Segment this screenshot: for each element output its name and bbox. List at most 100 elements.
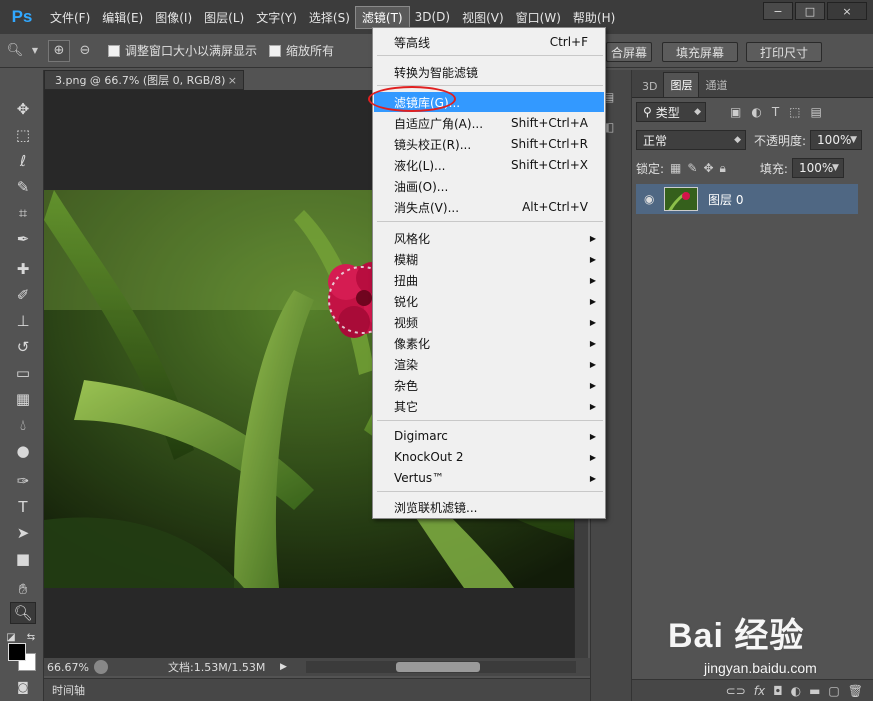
marquee-tool-icon[interactable]: ⬚ [10, 124, 36, 146]
menu-item-distort[interactable]: 扭曲 ▶ [374, 270, 604, 290]
layer-style-icon[interactable]: fx [754, 684, 765, 698]
opacity-field[interactable]: 100% ▼ [810, 130, 863, 150]
dodge-tool-icon[interactable]: ● [10, 440, 36, 462]
menu-type[interactable]: 文字(Y) [250, 7, 303, 28]
lock-position-icon[interactable]: ✥ [703, 161, 713, 175]
fit-screen-button[interactable]: 合屏幕 [606, 42, 652, 62]
menu-item-last-filter[interactable]: 等高线 Ctrl+F [374, 32, 604, 52]
type-filter-icon[interactable]: T [772, 105, 779, 119]
zoom-in-icon[interactable]: ⊕ [48, 39, 70, 62]
path-select-tool-icon[interactable]: ➤ [10, 522, 36, 544]
new-layer-icon[interactable]: ▢ [828, 684, 839, 698]
zoom-level-field[interactable]: 66.67% [44, 661, 94, 674]
new-group-icon[interactable]: ▬ [809, 684, 820, 698]
menu-item-stylize[interactable]: 风格化 ▶ [374, 228, 604, 248]
menu-item-render[interactable]: 渲染 ▶ [374, 354, 604, 374]
healing-brush-icon[interactable]: ✚ [10, 258, 36, 280]
filter-type-dropdown[interactable]: ⚲ 类型 ◆ [636, 102, 706, 122]
crop-tool-icon[interactable]: ⌗ [10, 202, 36, 224]
menu-item-liquify[interactable]: 液化(L)... Shift+Ctrl+X [374, 155, 604, 175]
blur-tool-icon[interactable]: 💧︎ [10, 414, 36, 436]
lock-pixels-icon[interactable]: ✎ [687, 161, 697, 175]
zoom-tool-icon[interactable]: 🔍︎ [4, 40, 26, 62]
menu-item-digimarc[interactable]: Digimarc ▶ [374, 426, 604, 446]
eraser-tool-icon[interactable]: ▭ [10, 362, 36, 384]
menu-edit[interactable]: 编辑(E) [96, 7, 149, 28]
status-arrow-icon[interactable]: ▶ [280, 662, 287, 672]
pen-tool-icon[interactable]: ✑ [10, 470, 36, 492]
close-tab-icon[interactable]: × [228, 74, 237, 87]
lock-transparent-icon[interactable]: ▦ [670, 161, 681, 175]
status-menu-icon[interactable] [94, 660, 108, 674]
menu-help[interactable]: 帮助(H) [567, 7, 621, 28]
menu-3d[interactable]: 3D(D) [409, 8, 456, 26]
zoom-out-icon[interactable]: ⊖ [74, 40, 96, 62]
lasso-tool-icon[interactable]: ℓ [10, 150, 36, 172]
history-brush-icon[interactable]: ↺ [10, 336, 36, 358]
eyedropper-tool-icon[interactable]: ✒ [10, 228, 36, 250]
fill-field[interactable]: 100% ▼ [791, 158, 844, 178]
menu-item-sharpen[interactable]: 锐化 ▶ [374, 291, 604, 311]
quick-select-tool-icon[interactable]: ✎ [10, 176, 36, 198]
add-mask-icon[interactable]: ◘ [773, 684, 783, 698]
delete-layer-icon[interactable]: 🗑︎ [848, 684, 863, 698]
horizontal-scrollbar[interactable] [306, 661, 576, 673]
layer-row[interactable]: ◉ 图层 0 [636, 184, 858, 214]
gradient-tool-icon[interactable]: ▦ [10, 388, 36, 410]
smart-object-filter-icon[interactable]: ▤ [811, 105, 822, 119]
document-tab[interactable]: 3.png @ 66.7% (图层 0, RGB/8) × [44, 70, 244, 90]
menu-item-oil-paint[interactable]: 油画(O)... [374, 176, 604, 196]
menu-item-pixelate[interactable]: 像素化 ▶ [374, 333, 604, 353]
menu-item-filter-gallery[interactable]: 滤镜库(G)... [374, 92, 604, 112]
type-tool-icon[interactable]: T [10, 496, 36, 518]
hand-tool-icon[interactable]: ✋︎ [10, 578, 36, 600]
layer-name[interactable]: 图层 0 [708, 191, 743, 208]
tab-3d[interactable]: 3D [636, 76, 663, 97]
restore-button[interactable]: □ [795, 2, 825, 20]
adjustment-filter-icon[interactable]: ◐ [751, 105, 761, 119]
menu-item-noise[interactable]: 杂色 ▶ [374, 375, 604, 395]
menu-image[interactable]: 图像(I) [149, 7, 198, 28]
menu-item-adaptive-wide-angle[interactable]: 自适应广角(A)... Shift+Ctrl+A [374, 113, 604, 133]
menu-select[interactable]: 选择(S) [303, 7, 356, 28]
zoom-all-checkbox[interactable] [269, 44, 282, 57]
tab-layers[interactable]: 图层 [663, 72, 700, 97]
tool-preset-arrow-icon[interactable]: ▼ [30, 40, 40, 62]
blend-mode-dropdown[interactable]: 正常 ◆ [636, 130, 746, 150]
menu-item-video[interactable]: 视频 ▶ [374, 312, 604, 332]
fill-screen-button[interactable]: 填充屏幕 [662, 42, 738, 62]
swap-colors-icon[interactable]: ⇆ [24, 626, 38, 648]
menu-file[interactable]: 文件(F) [44, 7, 96, 28]
menu-filter[interactable]: 滤镜(T) [354, 5, 410, 29]
menu-layer[interactable]: 图层(L) [198, 7, 250, 28]
resize-windows-checkbox[interactable] [108, 44, 120, 57]
quick-mask-icon[interactable]: ◙ [10, 676, 36, 698]
lock-all-icon[interactable]: 🔒︎ [720, 161, 726, 176]
brush-tool-icon[interactable]: ✐ [10, 284, 36, 306]
minimize-button[interactable]: − [763, 2, 793, 20]
menu-item-convert-smart-filters[interactable]: 转换为智能滤镜 [374, 62, 604, 82]
menu-item-vanishing-point[interactable]: 消失点(V)... Alt+Ctrl+V [374, 197, 604, 217]
menu-view[interactable]: 视图(V) [456, 7, 510, 28]
horizontal-scroll-thumb[interactable] [396, 662, 480, 672]
close-button[interactable]: × [827, 2, 867, 20]
menu-item-browse-filters-online[interactable]: 浏览联机滤镜... [374, 497, 604, 517]
move-tool-icon[interactable]: ✥ [10, 98, 36, 120]
zoom-tool-selected-icon[interactable]: 🔍︎ [10, 602, 36, 624]
menu-item-lens-correction[interactable]: 镜头校正(R)... Shift+Ctrl+R [374, 134, 604, 154]
shape-filter-icon[interactable]: ⬚ [789, 105, 800, 119]
pixel-filter-icon[interactable]: ▣ [730, 105, 741, 119]
adjustment-layer-icon[interactable]: ◐ [791, 684, 801, 698]
clone-stamp-icon[interactable]: ⊥ [10, 310, 36, 332]
timeline-label[interactable]: 时间轴 [52, 682, 85, 698]
menu-item-blur[interactable]: 模糊 ▶ [374, 249, 604, 269]
menu-item-other[interactable]: 其它 ▶ [374, 396, 604, 416]
visibility-eye-icon[interactable]: ◉ [644, 192, 654, 206]
tab-channels[interactable]: 通道 [699, 73, 733, 97]
shape-tool-icon[interactable]: ■ [10, 548, 36, 570]
menu-item-vertus[interactable]: Vertus™ ▶ [374, 468, 604, 488]
print-size-button[interactable]: 打印尺寸 [746, 42, 822, 62]
foreground-color-swatch[interactable] [8, 643, 26, 661]
menu-item-knockout[interactable]: KnockOut 2 ▶ [374, 447, 604, 467]
link-layers-icon[interactable]: ⊂⊃ [726, 684, 746, 698]
